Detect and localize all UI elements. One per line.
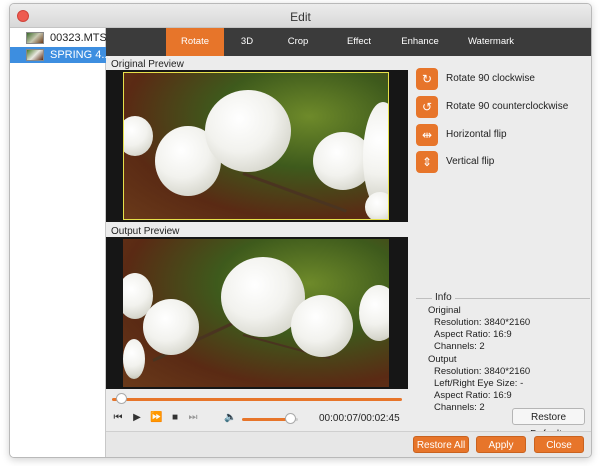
close-button[interactable]: Close	[534, 436, 584, 453]
output-eye-size: Left/Right Eye Size: -	[434, 378, 524, 389]
volume-icon[interactable]: 🔈	[224, 412, 236, 424]
output-preview	[106, 237, 408, 389]
tab-bar: Rotate 3D Crop Effect Enhance Watermark	[106, 28, 591, 56]
stop-icon[interactable]: ■	[169, 412, 181, 424]
window-title: Edit	[290, 10, 311, 24]
output-aspect-ratio: Aspect Ratio: 16:9	[434, 390, 512, 401]
volume-handle[interactable]	[284, 413, 296, 424]
output-heading: Output	[428, 354, 457, 365]
output-channels: Channels: 2	[434, 402, 485, 413]
playback-controls: ⏮ ▶ ⏩ ■ ⏭ 🔈 00:00:07/00:02:45	[106, 406, 408, 431]
original-heading: Original	[428, 305, 461, 316]
tab-watermark[interactable]: Watermark	[448, 28, 534, 56]
original-preview	[106, 70, 408, 222]
apply-button[interactable]: Apply	[476, 436, 526, 453]
restore-defaults-button[interactable]: Restore Defaults	[512, 408, 585, 440]
fast-forward-icon[interactable]: ⏩	[150, 412, 162, 424]
vertical-flip-icon: ⇕	[416, 151, 438, 173]
video-thumbnail-icon	[26, 32, 44, 44]
rotate-clockwise-icon: ↻	[416, 68, 438, 90]
time-display: 00:00:07/00:02:45	[319, 413, 400, 424]
rotate-options-panel: ↻ Rotate 90 clockwise ↺ Rotate 90 counte…	[408, 56, 591, 440]
output-preview-label: Output Preview	[111, 226, 180, 237]
original-resolution: Resolution: 3840*2160	[434, 317, 531, 328]
file-item-00323[interactable]: 00323.MTS	[10, 30, 107, 46]
seek-handle[interactable]	[115, 393, 127, 404]
action-label: Vertical flip	[446, 156, 495, 167]
file-list: 00323.MTS SPRING 4...	[10, 28, 111, 457]
horizontal-flip-icon: ⇹	[416, 124, 438, 146]
skip-back-icon[interactable]: ⏮	[112, 412, 124, 424]
info-box: Info Original Resolution: 3840*2160 Aspe…	[416, 292, 590, 413]
original-aspect-ratio: Aspect Ratio: 16:9	[434, 329, 512, 340]
edit-window: Edit 00323.MTS SPRING 4... Rotate 3D Cro…	[9, 3, 592, 458]
bottom-button-bar: Restore All Apply Close	[106, 431, 591, 457]
video-thumbnail-icon	[26, 49, 44, 61]
volume-level[interactable]	[242, 418, 290, 421]
file-name: SPRING 4...	[50, 49, 111, 61]
action-label: Rotate 90 counterclockwise	[446, 101, 569, 112]
seek-bar[interactable]	[112, 398, 402, 401]
skip-forward-icon[interactable]: ⏭	[187, 412, 199, 424]
action-label: Rotate 90 clockwise	[446, 73, 535, 84]
preview-panel: Original Preview Output Preview ⏮ ▶ ⏩ ■ …	[106, 56, 408, 431]
restore-all-button[interactable]: Restore All	[413, 436, 469, 453]
tab-3d[interactable]: 3D	[224, 28, 270, 56]
original-channels: Channels: 2	[434, 341, 485, 352]
tab-enhance[interactable]: Enhance	[392, 28, 448, 56]
crop-frame[interactable]	[123, 72, 389, 220]
original-preview-label: Original Preview	[111, 59, 184, 70]
title-bar: Edit	[10, 4, 591, 28]
play-icon[interactable]: ▶	[131, 412, 143, 424]
tab-effect[interactable]: Effect	[326, 28, 392, 56]
output-resolution: Resolution: 3840*2160	[434, 366, 531, 377]
file-item-spring[interactable]: SPRING 4...	[10, 47, 111, 63]
output-video-frame	[123, 239, 389, 387]
rotate-counterclockwise-icon: ↺	[416, 96, 438, 118]
tab-crop[interactable]: Crop	[270, 28, 326, 56]
file-name: 00323.MTS	[50, 32, 107, 44]
action-label: Horizontal flip	[446, 129, 507, 140]
tab-rotate[interactable]: Rotate	[166, 28, 224, 56]
info-title: Info	[432, 292, 455, 303]
